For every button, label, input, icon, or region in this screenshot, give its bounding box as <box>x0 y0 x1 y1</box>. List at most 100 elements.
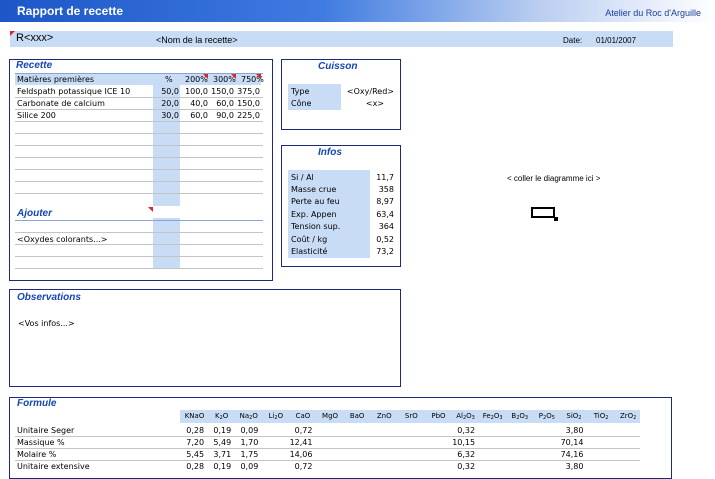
formule-value: 12,41 <box>289 438 313 447</box>
formule-row-label: Molaire % <box>17 450 57 459</box>
formule-col-header: CaO <box>295 412 311 420</box>
material-percent[interactable]: 20,0 <box>153 99 179 108</box>
observations-title: Observations <box>17 292 81 303</box>
info-label: Elasticité <box>291 247 328 256</box>
formule-value: 3,80 <box>565 426 584 435</box>
formule-value: 70,14 <box>560 438 584 447</box>
formule-value: 0,28 <box>186 462 205 471</box>
cuisson-type-field[interactable]: <Oxy/Red> <box>342 87 394 96</box>
formule-value: 0,19 <box>213 426 232 435</box>
info-label: Masse crue <box>291 185 337 194</box>
divider <box>15 169 263 170</box>
divider <box>15 268 263 269</box>
fill-handle[interactable] <box>554 217 558 221</box>
formule-value: 14,06 <box>289 450 313 459</box>
formule-value: 1,70 <box>240 438 259 447</box>
formule-col-header: ZnO <box>376 412 392 420</box>
material-qty-200: 100,0 <box>185 87 208 96</box>
divider <box>15 109 263 110</box>
formule-col-header: SrO <box>404 412 418 420</box>
formule-value: 0,09 <box>240 426 259 435</box>
formule-value: 5,45 <box>186 450 205 459</box>
formule-col-header: PbO <box>431 412 446 420</box>
info-label: Si / Al <box>291 173 314 182</box>
divider <box>15 73 263 74</box>
info-value: 364 <box>378 222 394 231</box>
ajouter-input[interactable]: <Oxydes colorants...> <box>17 235 108 244</box>
divider <box>15 157 263 158</box>
info-value: 358 <box>378 185 394 194</box>
comment-marker-icon <box>10 31 15 36</box>
divider <box>15 244 263 245</box>
comment-marker-icon <box>256 74 261 79</box>
formule-col-header: Li2O <box>268 412 284 421</box>
date-field[interactable]: 01/01/2007 <box>596 36 636 45</box>
divider <box>15 145 263 146</box>
formule-value: 3,80 <box>565 462 584 471</box>
material-qty-750: 150,0 <box>237 99 260 108</box>
divider <box>15 436 640 437</box>
formule-title: Formule <box>17 398 57 409</box>
formule-col-header: K2O <box>214 412 229 421</box>
formule-col-header: Al2O3 <box>456 412 475 421</box>
material-qty-200: 60,0 <box>190 111 208 120</box>
date-label: Date: <box>563 36 583 45</box>
material-qty-750: 225,0 <box>237 111 260 120</box>
recette-title: Recette <box>16 60 53 71</box>
material-qty-750: 375,0 <box>237 87 260 96</box>
info-label: Coût / kg <box>291 235 328 244</box>
formule-row-label: Unitaire extensive <box>17 462 90 471</box>
formule-value: 6,32 <box>457 450 476 459</box>
info-label: Exp. Appen <box>291 210 337 219</box>
material-percent[interactable]: 50,0 <box>153 87 179 96</box>
formule-col-header: P2O5 <box>538 412 555 421</box>
cuisson-cone-field[interactable]: <x> <box>342 99 384 108</box>
formule-value: 0,32 <box>457 462 476 471</box>
comment-marker-icon <box>231 74 236 79</box>
workshop-name: Atelier du Roc d'Arguille <box>605 8 701 18</box>
divider <box>15 181 263 182</box>
comment-marker-icon <box>203 74 208 79</box>
ajouter-title: Ajouter <box>17 208 52 219</box>
divider <box>15 193 263 194</box>
divider <box>15 220 263 221</box>
divider <box>15 232 263 233</box>
infos-title: Infos <box>318 147 342 158</box>
divider <box>15 121 263 122</box>
recette-col-percent: % <box>165 75 173 84</box>
info-value: 11,7 <box>376 173 394 182</box>
observations-text[interactable]: <Vos infos...> <box>18 319 75 328</box>
recipe-code-field[interactable]: R<xxx> <box>16 32 53 44</box>
cuisson-title: Cuisson <box>318 61 358 72</box>
formule-value: 1,75 <box>240 450 259 459</box>
material-qty-300: 150,0 <box>211 87 234 96</box>
report-title: Rapport de recette <box>17 4 124 18</box>
formule-col-header: SiO2 <box>566 412 582 421</box>
formule-value: 5,49 <box>213 438 232 447</box>
material-percent[interactable]: 30,0 <box>153 111 179 120</box>
formule-row-label: Massique % <box>17 438 65 447</box>
formule-col-header: Na2O <box>239 412 258 421</box>
formule-value: 0,28 <box>186 426 205 435</box>
material-name[interactable]: Feldspath potassique ICE 10 <box>17 87 130 96</box>
info-value: 0,52 <box>376 235 394 244</box>
formule-value: 0,72 <box>294 462 313 471</box>
formule-value: 0,72 <box>294 426 313 435</box>
formule-col-header: MgO <box>322 412 339 420</box>
info-label: Perte au feu <box>291 197 340 206</box>
selected-cell-box[interactable] <box>531 207 555 218</box>
formule-value: 0,09 <box>240 462 259 471</box>
formule-value: 10,15 <box>452 438 476 447</box>
recipe-name-field[interactable]: <Nom de la recette> <box>156 35 238 45</box>
formule-col-header: BaO <box>349 412 365 420</box>
material-name[interactable]: Carbonate de calcium <box>17 99 105 108</box>
divider <box>15 448 640 449</box>
formule-value: 0,19 <box>213 462 232 471</box>
formule-col-header: TiO2 <box>593 412 609 421</box>
formule-col-header: B2O3 <box>511 412 529 421</box>
divider <box>15 256 263 257</box>
formule-row-label: Unitaire Seger <box>17 426 75 435</box>
info-label: Tension sup. <box>291 222 341 231</box>
material-name[interactable]: Silice 200 <box>17 111 56 120</box>
diagram-placeholder: < coller le diagramme ici > <box>507 174 601 183</box>
